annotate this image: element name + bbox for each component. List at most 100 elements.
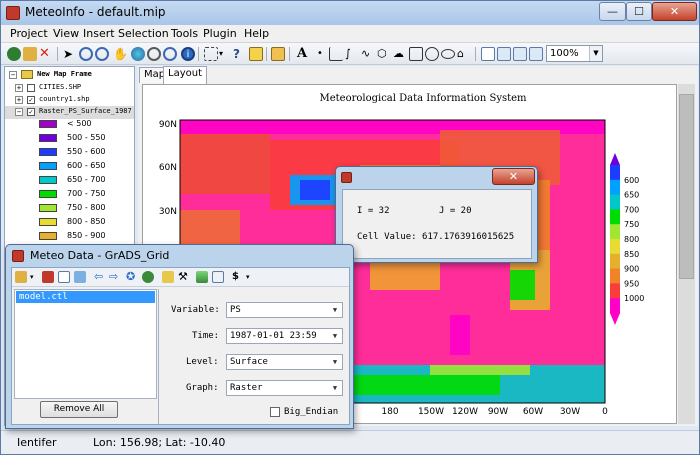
open-file-icon[interactable] [15, 271, 27, 283]
fit-page-icon[interactable] [529, 47, 543, 61]
app-icon [341, 172, 352, 183]
file-list[interactable]: model.ctl [14, 289, 157, 399]
zoom-in-icon[interactable] [79, 47, 93, 61]
lat-label: 60N [159, 163, 177, 173]
circle-icon[interactable] [425, 47, 439, 61]
scrollbar-thumb[interactable] [679, 94, 694, 279]
page-icon[interactable] [481, 47, 495, 61]
time-select[interactable]: 1987-01-01 23:59 ▼ [226, 328, 343, 344]
status-coords: Lon: 156.98; Lat: -10.40 [93, 436, 226, 449]
dropdown-arrow-icon[interactable]: ▾ [246, 271, 254, 283]
remove-all-button[interactable]: Remove All [40, 401, 118, 418]
cancel-animation-icon[interactable] [142, 271, 154, 283]
collapse-icon[interactable]: − [15, 108, 23, 116]
chart-icon[interactable] [74, 271, 86, 283]
house-icon[interactable]: ⌂ [457, 47, 471, 61]
full-extent-icon[interactable] [131, 47, 145, 61]
point-icon[interactable]: • [313, 47, 327, 61]
tree-row-layer-selected[interactable]: − ✓ Raster_PS_Surface_1987 [5, 106, 134, 119]
rectangle-icon[interactable] [409, 47, 423, 61]
pan-icon[interactable]: ✋ [113, 47, 128, 61]
minimize-button[interactable]: — [599, 2, 626, 21]
variable-label: Variable: [171, 305, 220, 315]
animate-icon[interactable]: ✪ [126, 271, 138, 283]
tab-layout[interactable]: Layout [163, 66, 207, 84]
zoom-layer-icon[interactable] [147, 47, 161, 61]
edit-icon[interactable] [271, 47, 285, 61]
ellipse-icon[interactable] [441, 49, 455, 59]
layer-checkbox[interactable] [27, 84, 35, 92]
polygon-icon[interactable]: ⬡ [377, 47, 391, 61]
dropdown-arrow-icon[interactable]: ▾ [219, 47, 233, 61]
zoom-page-out-icon[interactable] [513, 47, 527, 61]
chevron-down-icon[interactable]: ▼ [329, 330, 341, 342]
add-layer-icon[interactable] [7, 47, 21, 61]
arrow-right-icon[interactable]: ⇨ [109, 271, 121, 283]
data-info-icon[interactable] [42, 271, 54, 283]
arrow-left-icon[interactable]: ⇦ [94, 271, 106, 283]
open-icon[interactable] [23, 47, 37, 61]
select-icon[interactable]: ➤ [63, 47, 77, 61]
colorbar-top-triangle [610, 153, 620, 165]
colorbar-segment [610, 239, 620, 255]
collapse-icon[interactable]: − [9, 71, 17, 79]
chevron-down-icon[interactable]: ▼ [589, 46, 602, 61]
chevron-down-icon[interactable]: ▼ [329, 304, 341, 316]
menu-selection[interactable]: Selection [118, 27, 169, 40]
zoom-select[interactable]: 100% ▼ [546, 45, 603, 62]
graph-icon[interactable] [196, 271, 208, 283]
curve-icon[interactable]: ∫ [345, 47, 359, 61]
zoom-out-icon[interactable] [95, 47, 109, 61]
polyline-icon[interactable] [329, 47, 343, 61]
menu-insert[interactable]: Insert [83, 27, 115, 40]
text-icon[interactable]: A [297, 47, 311, 61]
close-button[interactable]: ✕ [652, 2, 697, 21]
menu-help[interactable]: Help [244, 27, 269, 40]
measure-icon[interactable] [249, 47, 263, 61]
graph-select[interactable]: Raster ▼ [226, 380, 343, 396]
select-elements-icon[interactable] [204, 47, 218, 61]
colorbar-label: 600 [624, 176, 639, 185]
big-endian-checkbox[interactable] [270, 407, 280, 417]
status-bar: Ientifer Lon: 156.98; Lat: -10.40 [1, 430, 699, 454]
zoom-layer-icon-2[interactable] [163, 47, 177, 61]
help-icon[interactable]: ? [233, 47, 247, 61]
layer-checkbox[interactable]: ✓ [27, 96, 35, 104]
layer-checkbox[interactable]: ✓ [27, 108, 35, 116]
menu-view[interactable]: View [53, 27, 79, 40]
meteo-toolbar: ▾ ⇦ ⇨ ✪ ⚒ $ ▾ [12, 268, 349, 287]
section-icon[interactable] [212, 271, 224, 283]
raster-patch [370, 260, 440, 290]
chevron-down-icon[interactable]: ▼ [329, 356, 341, 368]
expand-icon[interactable]: + [15, 96, 23, 104]
menu-plugin[interactable]: Plugin [203, 27, 237, 40]
menu-tools[interactable]: Tools [171, 27, 198, 40]
tools-icon[interactable]: ⚒ [178, 271, 190, 283]
legend-label: 650 - 700 [67, 175, 106, 184]
colorbar-label: 800 [624, 235, 639, 244]
variable-select[interactable]: PS ▼ [226, 302, 343, 318]
expand-icon[interactable]: + [15, 84, 23, 92]
dollar-icon[interactable]: $ [232, 271, 246, 283]
identify-icon[interactable]: i [181, 47, 195, 61]
level-select[interactable]: Surface ▼ [226, 354, 343, 370]
settings-icon[interactable] [162, 271, 174, 283]
raster-patch [180, 134, 270, 194]
i-index-label: I = 32 [357, 206, 390, 216]
toolbar: ✕ ➤ ✋ i ▾ ? A • ∫ ∿ ⬡ ☁ ⌂ 100% ▼ [1, 43, 699, 65]
vertical-scrollbar[interactable] [678, 84, 695, 424]
zoom-page-icon[interactable] [497, 47, 511, 61]
table-icon[interactable] [58, 271, 70, 283]
maximize-button[interactable]: ☐ [626, 2, 652, 21]
identify-close-button[interactable]: ✕ [492, 168, 535, 185]
remove-icon[interactable]: ✕ [39, 47, 53, 61]
legend-label: 550 - 600 [67, 147, 106, 156]
menu-project[interactable]: Project [10, 27, 48, 40]
dropdown-arrow-icon[interactable]: ▾ [30, 271, 38, 283]
freehand-icon[interactable]: ∿ [361, 47, 375, 61]
chevron-down-icon[interactable]: ▼ [329, 382, 341, 394]
file-list-item[interactable]: model.ctl [16, 291, 155, 303]
lat-label: 90N [159, 120, 177, 130]
curve-polygon-icon[interactable]: ☁ [393, 47, 407, 61]
meteo-body: ▾ ⇦ ⇨ ✪ ⚒ $ ▾ model.ctl Remove All Varia… [11, 267, 350, 425]
